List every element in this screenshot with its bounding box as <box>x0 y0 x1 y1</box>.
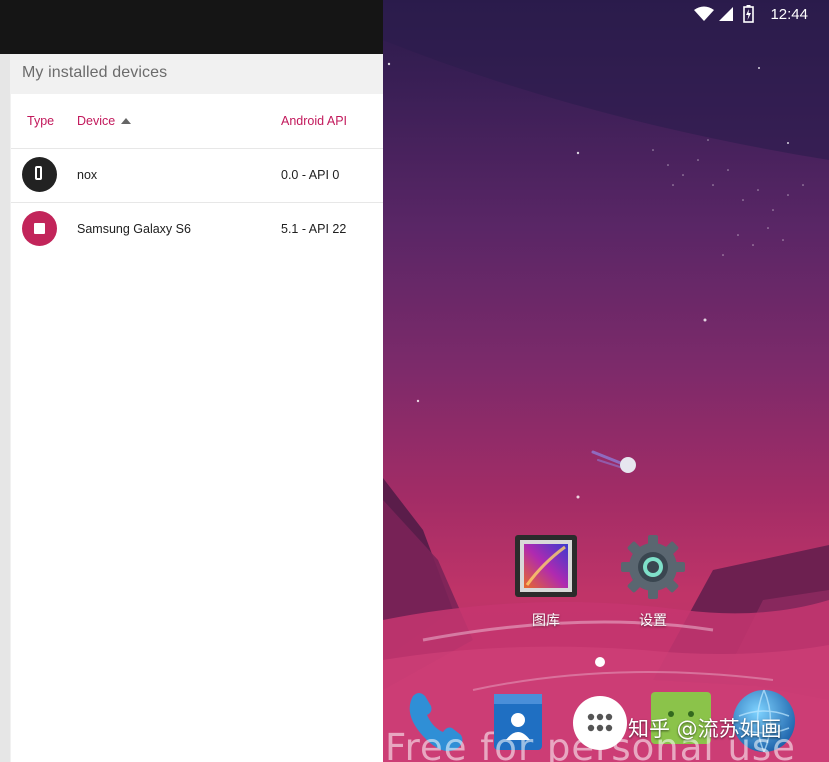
screen: My installed devices Type Device Android… <box>0 0 829 762</box>
gallery-icon <box>515 535 577 597</box>
device-name: Samsung Galaxy S6 <box>77 222 191 236</box>
stop-icon[interactable] <box>22 211 57 246</box>
watermark-overlay: 知乎 @流苏如画 <box>628 717 782 741</box>
window-edge <box>0 54 10 762</box>
sort-ascending-icon[interactable] <box>121 118 131 124</box>
status-time: 12:44 <box>770 6 808 23</box>
phone-icon <box>22 157 57 192</box>
gallery-label[interactable]: 图库 <box>506 610 586 630</box>
settings-label[interactable]: 设置 <box>613 610 693 630</box>
column-header-device[interactable]: Device <box>77 114 115 128</box>
android-emulator-screen[interactable]: 12:44 图库 设置 Free for personal use 知乎 @流苏… <box>383 0 829 762</box>
status-bar: 12:44 <box>383 0 829 30</box>
gallery-app[interactable] <box>513 533 579 604</box>
signal-icon <box>719 7 733 21</box>
wifi-icon <box>694 6 714 21</box>
settings-app[interactable] <box>619 533 687 606</box>
battery-charging-icon <box>743 5 754 23</box>
page-indicator <box>595 657 605 667</box>
title-bar <box>0 0 383 54</box>
device-api: 0.0 - API 0 <box>281 168 340 182</box>
device-api: 5.1 - API 22 <box>281 222 347 236</box>
device-name: nox <box>77 168 98 182</box>
wallpaper <box>383 0 829 762</box>
row-divider <box>11 202 383 203</box>
column-header-type[interactable]: Type <box>27 114 54 128</box>
section-title: My installed devices <box>22 64 168 81</box>
column-header-android-api[interactable]: Android API <box>281 114 347 128</box>
settings-icon <box>621 535 685 599</box>
header-divider <box>11 148 383 149</box>
devices-window: My installed devices Type Device Android… <box>0 0 383 762</box>
devices-table <box>11 94 383 762</box>
